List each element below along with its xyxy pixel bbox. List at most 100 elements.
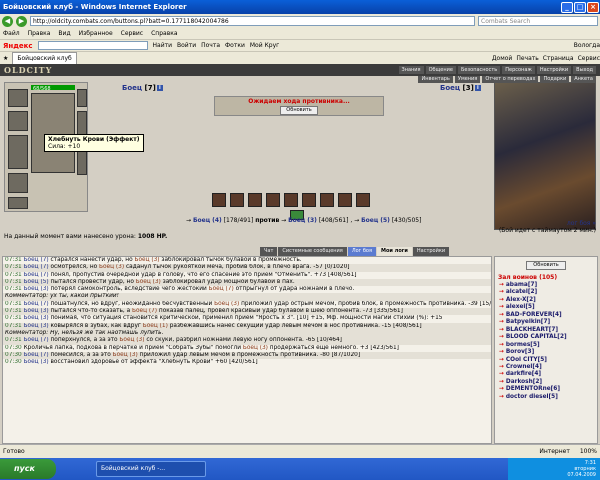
search-input[interactable]: Combats Search — [478, 16, 598, 26]
fighter-link[interactable]: Боец (3) — [136, 279, 161, 285]
menu-tools[interactable]: Сервис — [121, 30, 143, 37]
start-button[interactable]: пуск — [0, 459, 56, 479]
fighter-link[interactable]: Боец (3) — [214, 301, 239, 307]
yandex-photos[interactable]: Фотки — [225, 42, 245, 49]
player-list-item[interactable]: → BLOOD CAPITAL[2] — [495, 334, 597, 341]
back-button[interactable]: ◀ — [2, 15, 13, 27]
player-list-item[interactable]: → Darkosh[2] — [495, 379, 597, 386]
nav-knowledge[interactable]: Знания — [398, 66, 424, 74]
player-list-item[interactable]: → bormes[5] — [495, 342, 597, 349]
fighter-link[interactable]: Боец (3) — [99, 264, 124, 270]
menu-view[interactable]: Вид — [58, 30, 70, 37]
fighter-link[interactable]: Боец (3) — [134, 257, 159, 263]
player-list-item[interactable]: → Alex-X[2] — [495, 297, 597, 304]
minimize-button[interactable]: _ — [561, 1, 573, 13]
yandex-search-input[interactable] — [37, 41, 148, 50]
nav-exit[interactable]: Выход — [573, 66, 596, 74]
player-list-item[interactable]: → alcatel[2] — [495, 289, 597, 296]
armor-slot[interactable] — [8, 173, 28, 193]
nav-settings[interactable]: Настройки — [536, 66, 572, 74]
action-slot[interactable] — [302, 193, 316, 207]
player-list-item[interactable]: → BLACKHEART[7] — [495, 327, 597, 334]
tab-chat-settings[interactable]: Настройки — [412, 247, 450, 256]
fighter-link[interactable]: Боец (7) — [24, 264, 51, 270]
tools-menu-button[interactable]: Сервис — [578, 55, 600, 62]
action-slot[interactable] — [248, 193, 262, 207]
fighter-link[interactable]: Боец (3) — [24, 308, 51, 314]
fighter-link[interactable]: Боец (7) — [132, 308, 157, 314]
player-list-item[interactable]: → BAD-FOREVER[4] — [495, 312, 597, 319]
yandex-login[interactable]: Войти — [177, 42, 196, 49]
action-slot[interactable] — [338, 193, 352, 207]
player-list-item[interactable]: → darkfire[4] — [495, 371, 597, 378]
refresh-button[interactable]: Обновить — [280, 106, 318, 115]
fighter-link[interactable]: Боец (7) — [24, 337, 51, 343]
close-button[interactable]: × — [587, 1, 599, 13]
player-list-item[interactable]: → Borov[3] — [495, 349, 597, 356]
player-list-item[interactable]: → alexei[5] — [495, 304, 597, 311]
action-slot[interactable] — [266, 193, 280, 207]
player-list-item[interactable]: → COol CITY[5] — [495, 357, 597, 364]
action-slot[interactable] — [212, 193, 226, 207]
yandex-find-button[interactable]: Найти — [153, 42, 172, 49]
fighter-link[interactable]: Боец (3) — [243, 345, 268, 351]
maximize-button[interactable]: □ — [574, 1, 586, 13]
yandex-logo[interactable]: Яндекс — [3, 42, 33, 50]
nav-chat[interactable]: Общение — [425, 66, 456, 74]
battle-chat-log[interactable]: 07:31 Боец (7) старался нанести удар, но… — [2, 256, 492, 444]
menu-edit[interactable]: Правка — [28, 30, 51, 37]
address-input[interactable]: http://oldcity.combats.com/buttons.pl?ba… — [30, 16, 475, 26]
yandex-mail[interactable]: Почта — [201, 42, 220, 49]
tab-chat[interactable]: Чат — [260, 247, 278, 256]
info-icon[interactable]: i — [156, 85, 163, 91]
taskbar-ie-button[interactable]: Бойцовский клуб -... — [96, 461, 206, 477]
glove-slot[interactable] — [77, 89, 87, 107]
fighter-link[interactable]: Боец (3) — [24, 323, 51, 329]
yandex-region[interactable]: Вологда — [574, 42, 600, 49]
fighter-link[interactable]: Боец (3) — [113, 352, 138, 358]
weapon-slot[interactable] — [8, 135, 28, 169]
home-button[interactable]: Домой — [492, 55, 512, 62]
fighter-link[interactable]: Боец (3) — [24, 286, 51, 292]
player-list-item[interactable]: → doctor diesel[5] — [495, 394, 597, 401]
self-fighter-name[interactable]: Боец [7] i — [122, 84, 163, 92]
nav-skills[interactable]: Умения — [454, 76, 481, 83]
nav-security[interactable]: Безопасность — [457, 66, 501, 74]
forward-button[interactable]: ▶ — [16, 15, 27, 27]
action-slot[interactable] — [356, 193, 370, 207]
fighter-link[interactable]: Боец (7) — [24, 257, 51, 263]
fighter-link[interactable]: Боец (3) — [24, 359, 51, 365]
amulet-slot[interactable] — [8, 111, 28, 131]
fighter-link[interactable]: Боец (7) — [24, 301, 51, 307]
tab-combats[interactable]: Бойцовский клуб — [12, 52, 77, 64]
helmet-slot[interactable] — [8, 89, 28, 107]
tab-battle-log[interactable]: Лог боя — [347, 247, 376, 256]
action-slot[interactable] — [320, 193, 334, 207]
menu-favorites[interactable]: Избранное — [79, 30, 113, 37]
fighter-link[interactable]: Боец (3) — [24, 315, 51, 321]
action-slot[interactable] — [284, 193, 298, 207]
fighter-link[interactable]: Боец (7) — [24, 352, 51, 358]
page-menu-button[interactable]: Страница — [543, 55, 574, 62]
fighter-link[interactable]: Боец (3) — [119, 337, 144, 343]
yandex-mykrug[interactable]: Мой Круг — [250, 42, 279, 49]
fighter-link[interactable]: Боец (1) — [143, 323, 168, 329]
menu-file[interactable]: Файл — [3, 30, 20, 37]
fighter-link[interactable]: Боец (7) — [209, 286, 234, 292]
player-list-item[interactable]: → abama[7] — [495, 282, 597, 289]
print-button[interactable]: Печать — [516, 55, 538, 62]
fighter-link[interactable]: Боец (5) — [24, 279, 51, 285]
tab-my-logs[interactable]: Мои логи — [377, 247, 412, 256]
info-icon[interactable]: i — [474, 85, 481, 91]
tab-system-messages[interactable]: Системные сообщения — [278, 247, 347, 256]
sidebar-refresh-button[interactable]: Обновить — [526, 261, 566, 270]
fighter-link[interactable]: Боец (7) — [24, 272, 51, 278]
zoom-level[interactable]: 100% — [580, 448, 597, 455]
favorites-star-icon[interactable]: ★ — [3, 55, 8, 62]
battle-log-link[interactable]: лог боя » — [496, 220, 596, 227]
player-list-item[interactable]: → Crownel[4] — [495, 364, 597, 371]
action-slot[interactable] — [230, 193, 244, 207]
belt-slot[interactable] — [8, 197, 28, 209]
nav-inventory[interactable]: Инвентарь — [418, 76, 453, 83]
player-list-item[interactable]: → Batpyelkin[7] — [495, 319, 597, 326]
